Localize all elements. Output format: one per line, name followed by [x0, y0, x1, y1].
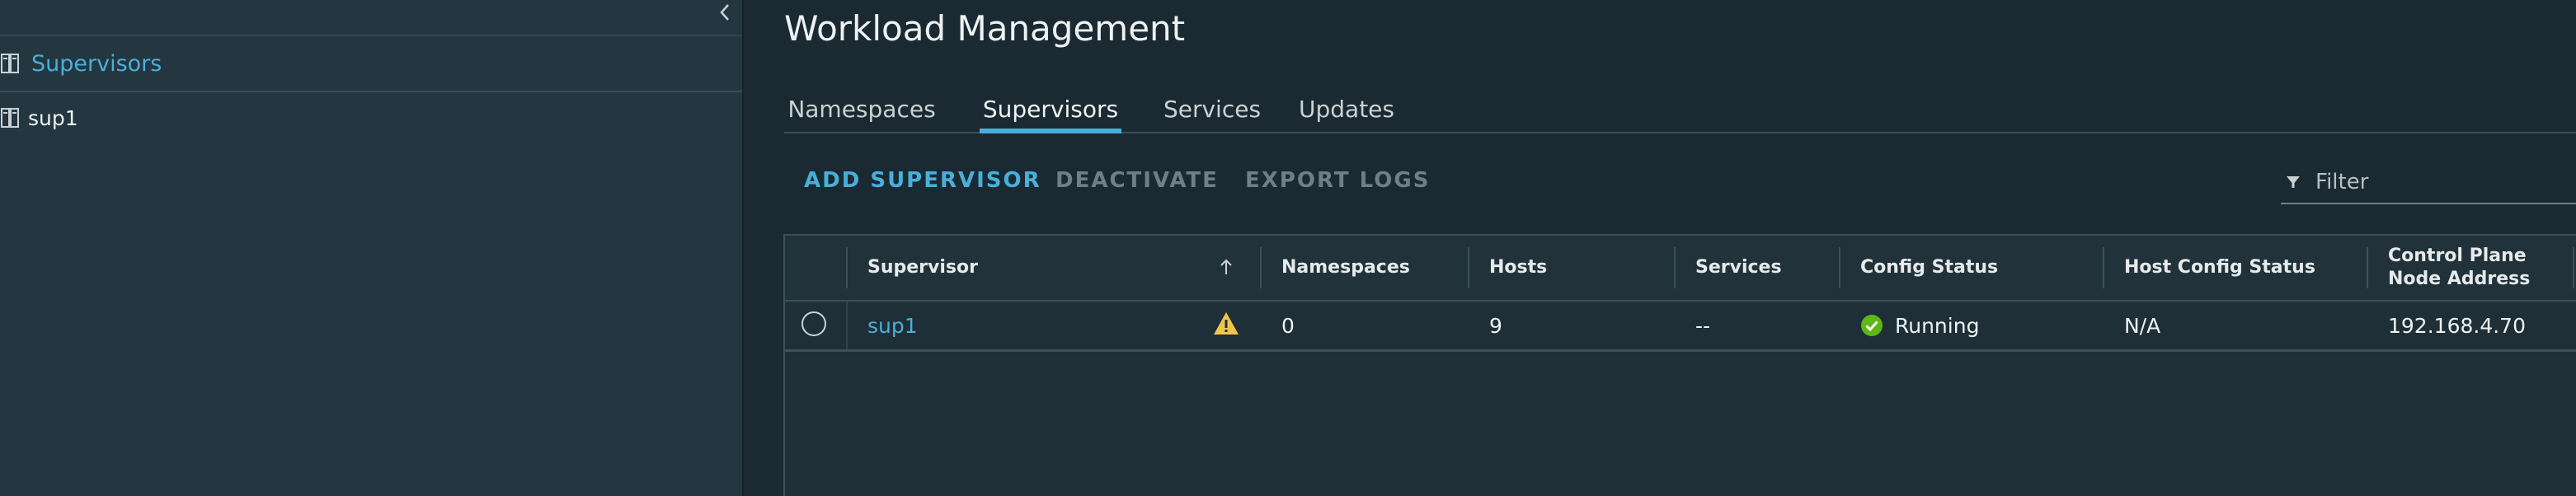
collapse-sidebar-button[interactable] [712, 0, 737, 25]
column-header-namespaces[interactable]: Namespaces [1281, 236, 1410, 300]
namespaces-count: 0 [1281, 313, 1295, 338]
tab-namespaces[interactable]: Namespaces [787, 86, 935, 132]
main-content: Workload Management Namespaces Superviso… [745, 0, 2576, 496]
warning-triangle-icon[interactable] [1212, 310, 1240, 338]
tab-updates[interactable]: Updates [1298, 86, 1395, 132]
tab-supervisors[interactable]: Supervisors [980, 86, 1121, 133]
server-icon [1, 108, 19, 128]
filter-icon [2287, 176, 2300, 188]
column-header-services[interactable]: Services [1695, 236, 1782, 300]
column-separator [1260, 247, 1262, 288]
sidebar: Supervisors sup1 [0, 0, 744, 496]
datagrid-header: Supervisor Namespaces Hosts Services Con… [785, 236, 2576, 302]
server-icon [1, 54, 19, 73]
sidebar-header-label: Supervisors [31, 50, 162, 77]
tab-services[interactable]: Services [1163, 86, 1261, 132]
supervisor-name-link[interactable]: sup1 [867, 302, 918, 349]
host-config-status: N/A [2124, 313, 2161, 338]
sidebar-topbar [0, 0, 742, 36]
filter-input[interactable] [2314, 166, 2573, 198]
row-separator [846, 302, 848, 349]
tab-bar: Namespaces Supervisors Services Updates [784, 86, 2576, 133]
sort-ascending-button[interactable] [1214, 252, 1239, 282]
supervisors-datagrid: Supervisor Namespaces Hosts Services Con… [783, 234, 2576, 496]
column-header-line: Node Address [2388, 269, 2531, 289]
column-separator [846, 247, 848, 288]
check-circle-icon [1861, 315, 1883, 336]
sidebar-item-sup1[interactable]: sup1 [0, 96, 742, 140]
column-header-config-status[interactable]: Config Status [1860, 236, 1998, 300]
column-header-hosts[interactable]: Hosts [1489, 236, 1547, 300]
control-plane-address: 192.168.4.70 [2388, 313, 2526, 338]
column-separator [1674, 247, 1676, 288]
deactivate-button[interactable]: DEACTIVATE [1055, 168, 1219, 193]
page-title: Workload Management [784, 8, 1186, 49]
app-window: Supervisors sup1 Workload Management Nam… [0, 0, 2576, 496]
filter-container [2281, 161, 2576, 204]
column-separator [2367, 247, 2368, 288]
column-separator [2573, 247, 2574, 288]
column-header-line: Control Plane [2388, 246, 2527, 266]
row-select-radio[interactable] [801, 311, 826, 336]
sidebar-item-label: sup1 [28, 105, 78, 130]
column-header-control-plane-address[interactable]: Control Plane Node Address [2388, 236, 2530, 300]
hosts-count: 9 [1489, 313, 1502, 338]
column-separator [1468, 247, 1469, 288]
arrow-up-icon [1220, 259, 1232, 274]
chevron-left-icon [720, 4, 729, 21]
column-separator [1839, 247, 1840, 288]
services-value: -- [1695, 313, 1711, 338]
table-row[interactable]: sup1 0 9 -- Running N/A 192.168.4.70 [785, 302, 2576, 352]
column-separator [2103, 247, 2104, 288]
column-header-supervisor[interactable]: Supervisor [867, 236, 978, 300]
config-status-text: Running [1895, 313, 1980, 338]
column-header-host-config-status[interactable]: Host Config Status [2124, 236, 2315, 300]
export-logs-button[interactable]: EXPORT LOGS [1245, 168, 1430, 193]
config-status: Running [1860, 302, 1979, 349]
add-supervisor-button[interactable]: ADD SUPERVISOR [804, 168, 1041, 193]
sidebar-header-supervisors[interactable]: Supervisors [0, 36, 742, 92]
datagrid-body-empty [785, 352, 2576, 496]
